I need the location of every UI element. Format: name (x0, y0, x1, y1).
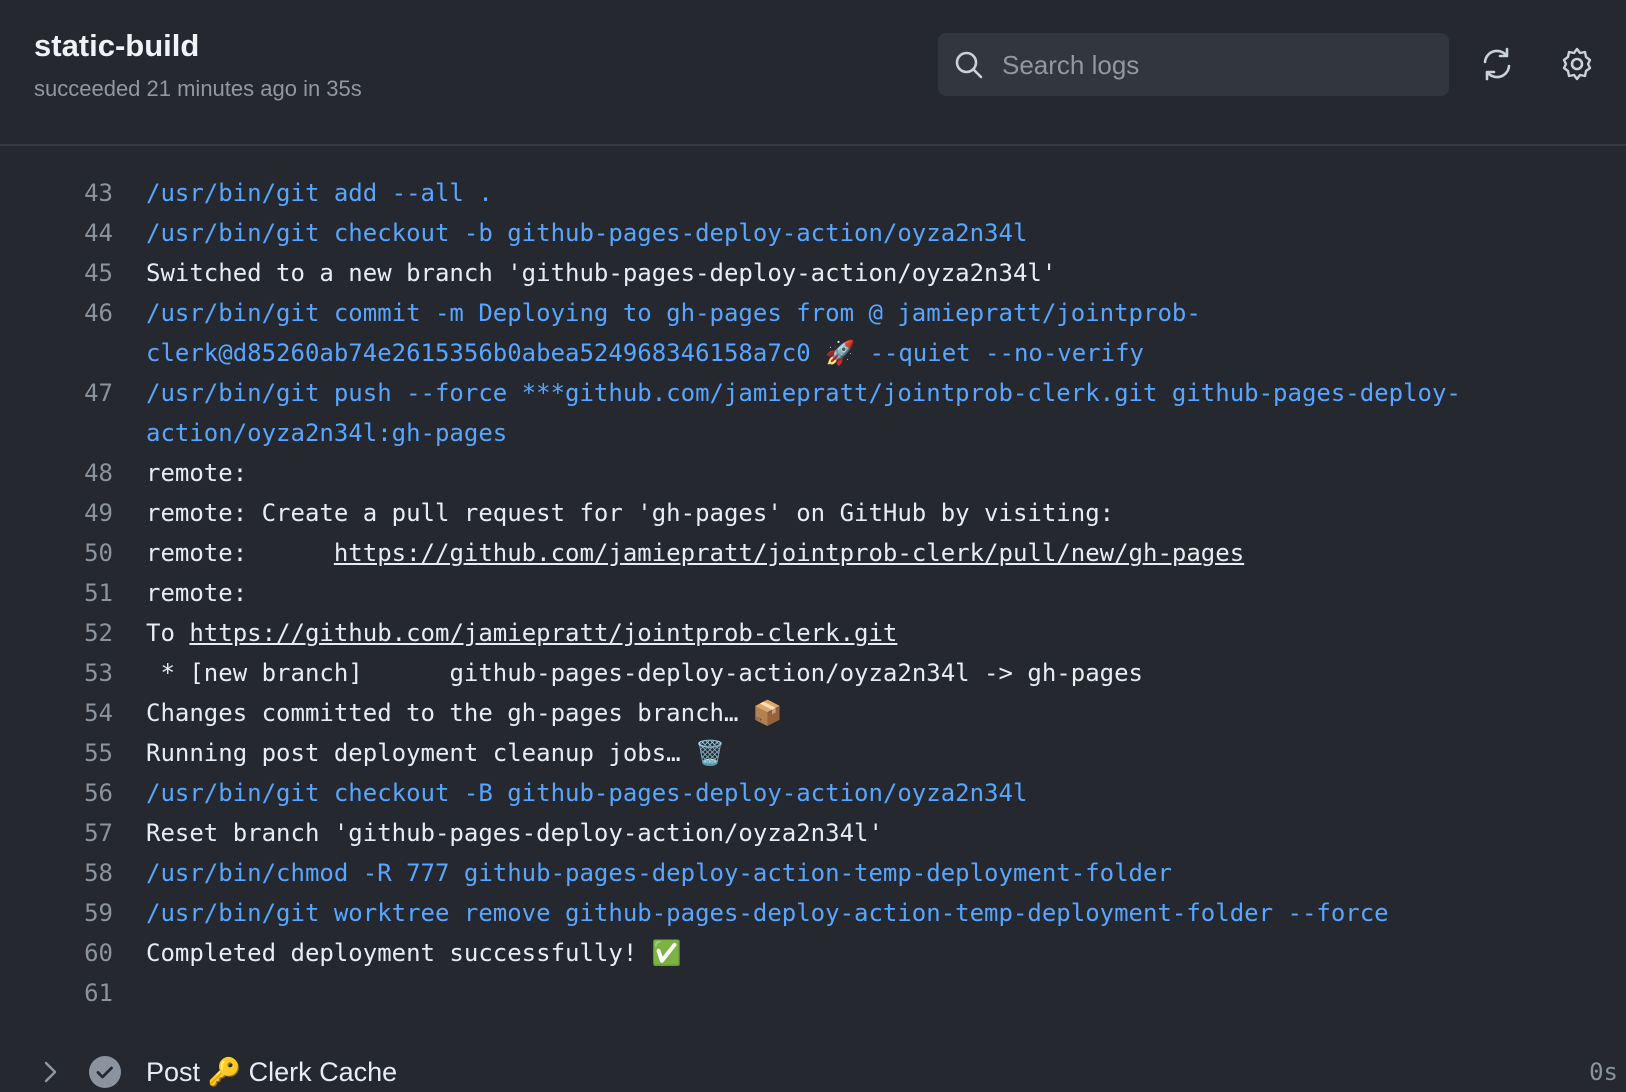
log-text: Running post deployment cleanup jobs… 🗑️ (146, 739, 725, 767)
log-link[interactable]: https://github.com/jamiepratt/jointprob-… (334, 539, 1244, 567)
log-line-text: remote: Create a pull request for 'gh-pa… (146, 493, 1519, 533)
job-header: static-build succeeded 21 minutes ago in… (0, 0, 1626, 146)
log-line-text: /usr/bin/git worktree remove github-page… (146, 893, 1519, 933)
log-line-text: /usr/bin/git checkout -b github-pages-de… (146, 213, 1519, 253)
log-line-text: /usr/bin/git checkout -B github-pages-de… (146, 773, 1519, 813)
log-line: 48 remote: (0, 453, 1626, 493)
log-line: 46/usr/bin/git commit -m Deploying to gh… (0, 293, 1626, 373)
log-line: 60 Completed deployment successfully! ✅ (0, 933, 1626, 973)
log-text: /usr/bin/git worktree remove github-page… (146, 899, 1389, 927)
line-number[interactable]: 43 (0, 173, 113, 213)
log-line-text: /usr/bin/git add --all . (146, 173, 1519, 213)
success-check-icon (89, 1056, 121, 1088)
log-link[interactable]: https://github.com/jamiepratt/jointprob-… (189, 619, 897, 647)
log-line: 52 To https://github.com/jamiepratt/joint… (0, 613, 1626, 653)
line-number[interactable]: 47 (0, 373, 113, 453)
log-line: 56/usr/bin/git checkout -B github-pages-… (0, 773, 1626, 813)
log-line-text (146, 973, 1519, 1013)
line-number[interactable]: 54 (0, 693, 113, 733)
line-number[interactable]: 50 (0, 533, 113, 573)
log-text: Switched to a new branch 'github-pages-d… (146, 259, 1057, 287)
log-text: To (146, 619, 190, 647)
log-line-text: remote: (146, 573, 1519, 613)
line-number[interactable]: 51 (0, 573, 113, 613)
job-title: static-build (34, 28, 200, 63)
log-line-text: Switched to a new branch 'github-pages-d… (146, 253, 1519, 293)
log-line: 43/usr/bin/git add --all . (0, 173, 1626, 213)
line-number[interactable]: 46 (0, 293, 113, 373)
log-text: Reset branch 'github-pages-deploy-action… (146, 819, 883, 847)
log-line-text: Completed deployment successfully! ✅ (146, 933, 1519, 973)
line-number[interactable]: 45 (0, 253, 113, 293)
log-line: 58/usr/bin/chmod -R 777 github-pages-dep… (0, 853, 1626, 893)
log-text: /usr/bin/git checkout -B github-pages-de… (146, 779, 1028, 807)
log-line-text: /usr/bin/git commit -m Deploying to gh-p… (146, 293, 1519, 373)
log-text: Changes committed to the gh-pages branch… (146, 699, 783, 727)
line-number[interactable]: 61 (0, 973, 113, 1013)
search-logs-box[interactable] (938, 33, 1449, 98)
line-number[interactable]: 52 (0, 613, 113, 653)
log-text: Completed deployment successfully! ✅ (146, 939, 682, 967)
log-line: 50 remote: https://github.com/jamiepratt/… (0, 533, 1626, 573)
line-number[interactable]: 58 (0, 853, 113, 893)
gear-icon[interactable] (1559, 46, 1595, 82)
log-line: 57 Reset branch 'github-pages-deploy-acti… (0, 813, 1626, 853)
job-status: succeeded 21 minutes ago in 35s (34, 76, 362, 101)
log-text: /usr/bin/git checkout -b github-pages-de… (146, 219, 1028, 247)
log-line: 44/usr/bin/git checkout -b github-pages-… (0, 213, 1626, 253)
log-line: 54 Changes committed to the gh-pages bran… (0, 693, 1626, 733)
log-line: 49 remote: Create a pull request for 'gh-… (0, 493, 1626, 533)
log-line-text: Changes committed to the gh-pages branch… (146, 693, 1519, 733)
log-line-text: remote: (146, 453, 1519, 493)
log-line-text: Reset branch 'github-pages-deploy-action… (146, 813, 1519, 853)
log-text: remote: (146, 539, 334, 567)
step-label: Post 🔑 Clerk Cache (146, 1057, 398, 1087)
log-line-text: remote: https://github.com/jamiepratt/jo… (146, 533, 1519, 573)
line-number[interactable]: 59 (0, 893, 113, 933)
line-number[interactable]: 60 (0, 933, 113, 973)
line-number[interactable]: 49 (0, 493, 113, 533)
line-number[interactable]: 57 (0, 813, 113, 853)
line-number[interactable]: 56 (0, 773, 113, 813)
line-number[interactable]: 44 (0, 213, 113, 253)
search-icon (955, 51, 983, 79)
log-text: remote: (146, 459, 262, 487)
log-line-text: * [new branch] github-pages-deploy-actio… (146, 653, 1519, 693)
search-logs-input[interactable] (1000, 33, 1434, 98)
step-duration: 0s (1589, 1058, 1618, 1086)
refresh-icon[interactable] (1479, 46, 1515, 82)
log-text: /usr/bin/chmod -R 777 github-pages-deplo… (146, 859, 1172, 887)
log-line-text: /usr/bin/git push --force ***github.com/… (146, 373, 1519, 453)
log-text: * [new branch] github-pages-deploy-actio… (146, 659, 1143, 687)
line-number[interactable]: 48 (0, 453, 113, 493)
log-line-text: To https://github.com/jamiepratt/jointpr… (146, 613, 1519, 653)
line-number[interactable]: 53 (0, 653, 113, 693)
log-line-text: /usr/bin/chmod -R 777 github-pages-deplo… (146, 853, 1519, 893)
log-line-text: Running post deployment cleanup jobs… 🗑️ (146, 733, 1519, 773)
line-number[interactable]: 55 (0, 733, 113, 773)
chevron-right-icon[interactable] (40, 1060, 60, 1084)
log-text: /usr/bin/git commit -m Deploying to gh-p… (146, 299, 1201, 367)
log-text: /usr/bin/git push --force ***github.com/… (146, 379, 1461, 447)
log-text: remote: Create a pull request for 'gh-pa… (146, 499, 1230, 527)
log-text: /usr/bin/git add --all . (146, 179, 493, 207)
log-line: 61 (0, 973, 1626, 1013)
log-line: 45 Switched to a new branch 'github-pages… (0, 253, 1626, 293)
log-line: 59/usr/bin/git worktree remove github-pa… (0, 893, 1626, 933)
log-line: 55 Running post deployment cleanup jobs… … (0, 733, 1626, 773)
log-line: 53 * [new branch] github-pages-deploy-ac… (0, 653, 1626, 693)
log-line: 47/usr/bin/git push --force ***github.co… (0, 373, 1626, 453)
log-text: remote: (146, 579, 262, 607)
log-output: 43/usr/bin/git add --all . 44/usr/bin/git… (0, 146, 1626, 1036)
step-row-post-clerk-cache[interactable]: Post 🔑 Clerk Cache 0s (0, 1050, 1626, 1092)
log-line: 51 remote: (0, 573, 1626, 613)
